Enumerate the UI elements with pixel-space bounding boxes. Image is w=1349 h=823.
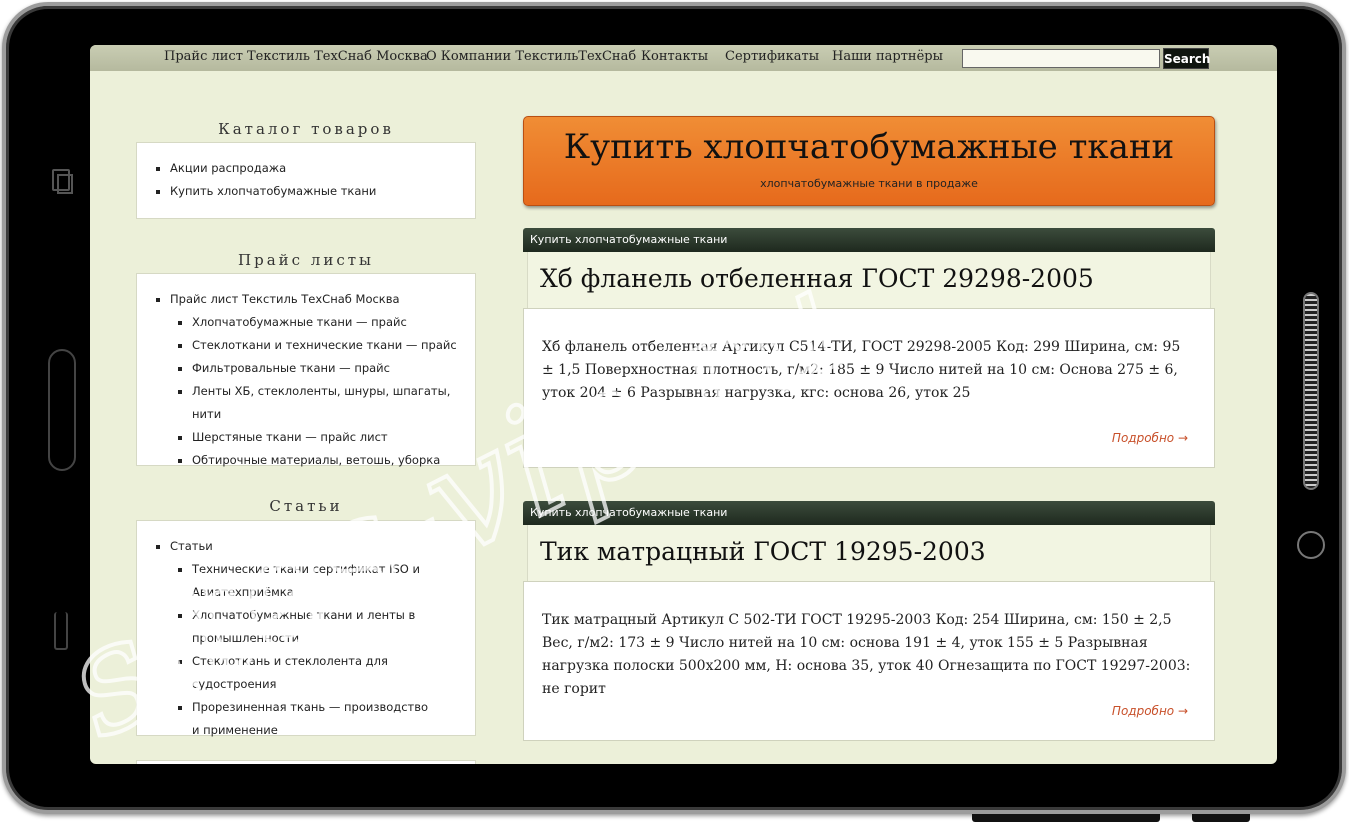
top-navigation: Прайс лист Текстиль ТехСнаб Москва О Ком… <box>90 45 1277 71</box>
catalog-item[interactable]: Купить хлопчатобумажные ткани <box>170 180 475 203</box>
post-title[interactable]: Хб фланель отбеленная ГОСТ 29298-2005 <box>540 264 1094 293</box>
browser-screen: Прайс лист Текстиль ТехСнаб Москва О Ком… <box>90 45 1277 764</box>
articles-heading: Статьи <box>269 497 343 515</box>
price-list-subitem[interactable]: Шерстяные ткани — прайс лист <box>192 426 475 449</box>
home-button[interactable] <box>48 349 76 471</box>
post-excerpt-box: Хб фланель отбеленная Артикул С514-ТИ, Г… <box>523 308 1215 468</box>
post-header: Хб фланель отбеленная ГОСТ 29298-2005 <box>527 252 1211 308</box>
post-title[interactable]: Тик матрацный ГОСТ 19295-2003 <box>540 537 986 566</box>
catalog-heading: Каталог товаров <box>218 120 394 138</box>
price-list-subitem[interactable]: Фильтровальные ткани — прайс <box>192 357 475 380</box>
article-link[interactable]: Стеклоткань и стеклолента для судостроен… <box>192 650 462 696</box>
post-excerpt: Тик матрацный Артикул С 502-ТИ ГОСТ 1929… <box>542 612 1191 697</box>
article-link[interactable]: Прорезиненная ткань — производство и при… <box>192 696 432 742</box>
banner-title: Купить хлопчатобумажные ткани <box>563 127 1175 167</box>
price-list-subitem[interactable]: Обтирочные материалы, ветошь, уборка <box>192 449 475 472</box>
price-list-item[interactable]: Прайс лист Текстиль ТехСнаб Москва Хлопч… <box>170 288 475 472</box>
nav-partners[interactable]: Наши партнёры <box>832 49 943 64</box>
post-excerpt: Хб фланель отбеленная Артикул С514-ТИ, Г… <box>542 339 1181 401</box>
post-header: Тик матрацный ГОСТ 19295-2003 <box>527 525 1211 581</box>
price-list-subitem[interactable]: Стеклоткани и технические ткани — прайс <box>192 334 475 357</box>
price-list-subitem[interactable]: Хлопчатобумажные ткани — прайс <box>192 311 475 334</box>
articles-widget: Статьи Технические ткани сертификат ISO … <box>136 520 476 737</box>
articles-item[interactable]: Статьи Технические ткани сертификат ISO … <box>170 535 475 742</box>
search-input[interactable] <box>962 49 1160 68</box>
back-icon[interactable] <box>54 612 68 650</box>
nav-about[interactable]: О Компании ТекстильТехСнаб <box>426 49 636 64</box>
nav-price-list[interactable]: Прайс лист Текстиль ТехСнаб Москва <box>164 49 428 64</box>
hero-banner: Купить хлопчатобумажные ткани хлопчатобу… <box>523 116 1215 206</box>
nav-certificates[interactable]: Сертификаты <box>725 49 819 64</box>
post-excerpt-box: Тик матрацный Артикул С 502-ТИ ГОСТ 1929… <box>523 581 1215 741</box>
read-more-link[interactable]: Подробно → <box>1112 431 1188 445</box>
nav-contacts[interactable]: Контакты <box>641 49 708 64</box>
catalog-item[interactable]: Акции распродажа <box>170 157 475 180</box>
next-widget <box>136 760 476 764</box>
camera-icon <box>1297 531 1325 559</box>
recent-apps-icon[interactable] <box>52 169 73 194</box>
price-list-subitem[interactable]: Ленты ХБ, стеклоленты, шнуры, шпагаты, н… <box>192 380 475 426</box>
post-category[interactable]: Купить хлопчатобумажные ткани <box>523 501 1215 525</box>
article-link[interactable]: Технические ткани сертификат ISO и Авиат… <box>192 558 422 604</box>
catalog-widget: Акции распродажа Купить хлопчатобумажные… <box>136 142 476 219</box>
volume-button[interactable] <box>972 814 1160 822</box>
banner-subtitle: хлопчатобумажные ткани в продаже <box>760 177 978 190</box>
read-more-link[interactable]: Подробно → <box>1112 704 1188 718</box>
post-category[interactable]: Купить хлопчатобумажные ткани <box>523 228 1215 252</box>
article-link[interactable]: Хлопчатобумажные ткани и ленты в промышл… <box>192 604 422 650</box>
price-lists-widget: Прайс лист Текстиль ТехСнаб Москва Хлопч… <box>136 273 476 467</box>
power-button[interactable] <box>1192 814 1250 822</box>
search-button[interactable]: Search <box>1163 48 1210 69</box>
price-lists-heading: Прайс листы <box>238 251 374 269</box>
speaker-grille <box>1303 292 1319 490</box>
